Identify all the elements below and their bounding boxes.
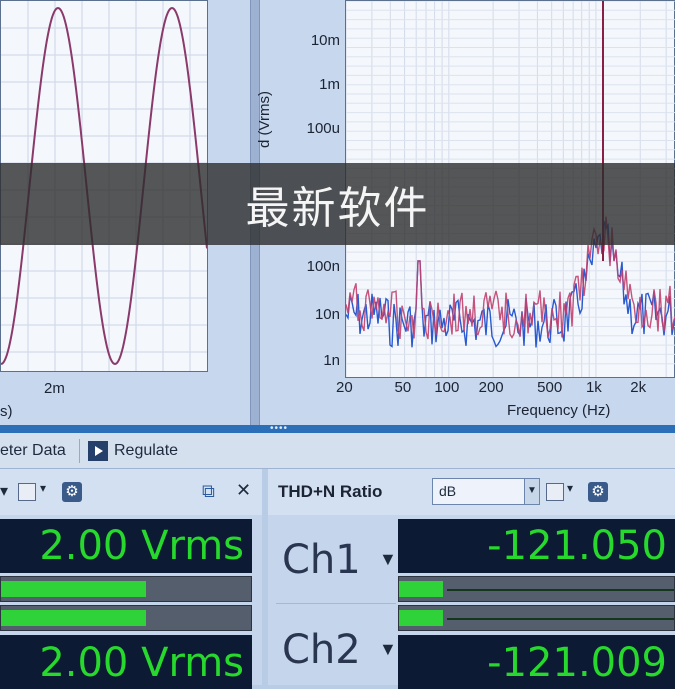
divider <box>276 603 396 604</box>
channel-label-ch2: Ch2 <box>282 627 361 673</box>
fft-x-tick: 500 <box>537 379 563 396</box>
unit-select[interactable]: dB ▼ <box>432 478 540 505</box>
toolbar-separator <box>79 439 80 463</box>
banner-text: 最新软件 <box>245 183 430 234</box>
play-icon[interactable] <box>88 441 108 461</box>
fft-y-tick: 10n <box>314 306 340 323</box>
fft-y-label: d (Vrms) <box>256 91 273 148</box>
level-readout-ch1: 2.00 Vrms <box>0 519 252 573</box>
fft-y-tick: 10m <box>310 32 340 49</box>
fft-y-tick: 1n <box>323 352 340 369</box>
gear-icon[interactable]: ⚙ <box>62 482 82 502</box>
thdn-bar-ch1 <box>398 576 675 602</box>
level-bar-ch2 <box>0 605 252 631</box>
thdn-meter-panel: THD+N Ratio dB ▼ ▾ ⚙ Ch1 ▼ -121.050 Ch2 … <box>268 469 675 689</box>
thdn-readout-ch2: -121.009 <box>398 635 675 689</box>
channel-dropdown-icon[interactable]: ▼ <box>379 639 397 660</box>
unit-select-value: dB <box>439 483 457 499</box>
channel-label-ch1: Ch1 <box>282 537 361 583</box>
chevron-down-icon[interactable]: ▾ <box>567 481 573 495</box>
fft-x-tick: 1k <box>585 379 602 396</box>
bar-marker <box>447 589 674 591</box>
graph-options-icon[interactable] <box>546 483 564 501</box>
channel-dropdown-icon[interactable]: ▼ <box>379 549 397 570</box>
fft-x-tick: 20 <box>336 379 353 396</box>
scope-x-label: s) <box>0 403 13 420</box>
meter-toolbar: eter Data Regulate <box>0 433 675 469</box>
meter-data-button[interactable]: eter Data <box>0 442 66 460</box>
chevron-down-icon[interactable]: ▼ <box>524 479 539 504</box>
regulate-button[interactable]: Regulate <box>114 442 178 460</box>
splitter-grip-icon[interactable]: •••• <box>270 424 294 434</box>
chevron-down-icon[interactable]: ▾ <box>0 481 8 501</box>
level-bar-ch1 <box>0 576 252 602</box>
fft-x-label: Frequency (Hz) <box>507 402 611 419</box>
gear-icon[interactable]: ⚙ <box>588 482 608 502</box>
level-meter-panel: ▾ ▾ ⚙ ⧉ ✕ 2.00 Vrms 2.00 Vrms <box>0 469 262 689</box>
fft-y-tick: 100u <box>306 120 340 137</box>
chevron-down-icon[interactable]: ▾ <box>40 481 46 495</box>
promo-banner: 最新软件 <box>0 163 675 245</box>
thdn-bar-fill <box>399 610 443 626</box>
fft-y-tick: 100n <box>306 258 340 275</box>
horizontal-splitter[interactable] <box>0 425 675 433</box>
bar-marker <box>447 618 674 620</box>
thdn-readout-ch1: -121.050 <box>398 519 675 573</box>
level-readout-ch2: 2.00 Vrms <box>0 635 252 689</box>
thdn-panel-header: THD+N Ratio dB ▼ ▾ ⚙ <box>268 469 675 515</box>
thdn-bar-ch2 <box>398 605 675 631</box>
level-panel-header: ▾ ▾ ⚙ ⧉ ✕ <box>0 469 262 515</box>
level-bar-fill <box>1 581 146 597</box>
fft-y-tick: 1m <box>319 76 340 93</box>
fft-x-tick: 100 <box>434 379 460 396</box>
fft-x-tick: 50 <box>394 379 412 396</box>
thdn-title: THD+N Ratio <box>278 482 383 501</box>
fft-x-tick: 200 <box>478 379 504 396</box>
fft-x-tick: 2k <box>630 379 647 396</box>
close-icon[interactable]: ✕ <box>236 480 251 501</box>
level-bar-fill <box>1 610 146 626</box>
popout-icon[interactable]: ⧉ <box>202 481 215 502</box>
scope-x-tick: 2m <box>44 380 65 397</box>
thdn-bar-fill <box>399 581 443 597</box>
graph-options-icon[interactable] <box>18 483 36 501</box>
